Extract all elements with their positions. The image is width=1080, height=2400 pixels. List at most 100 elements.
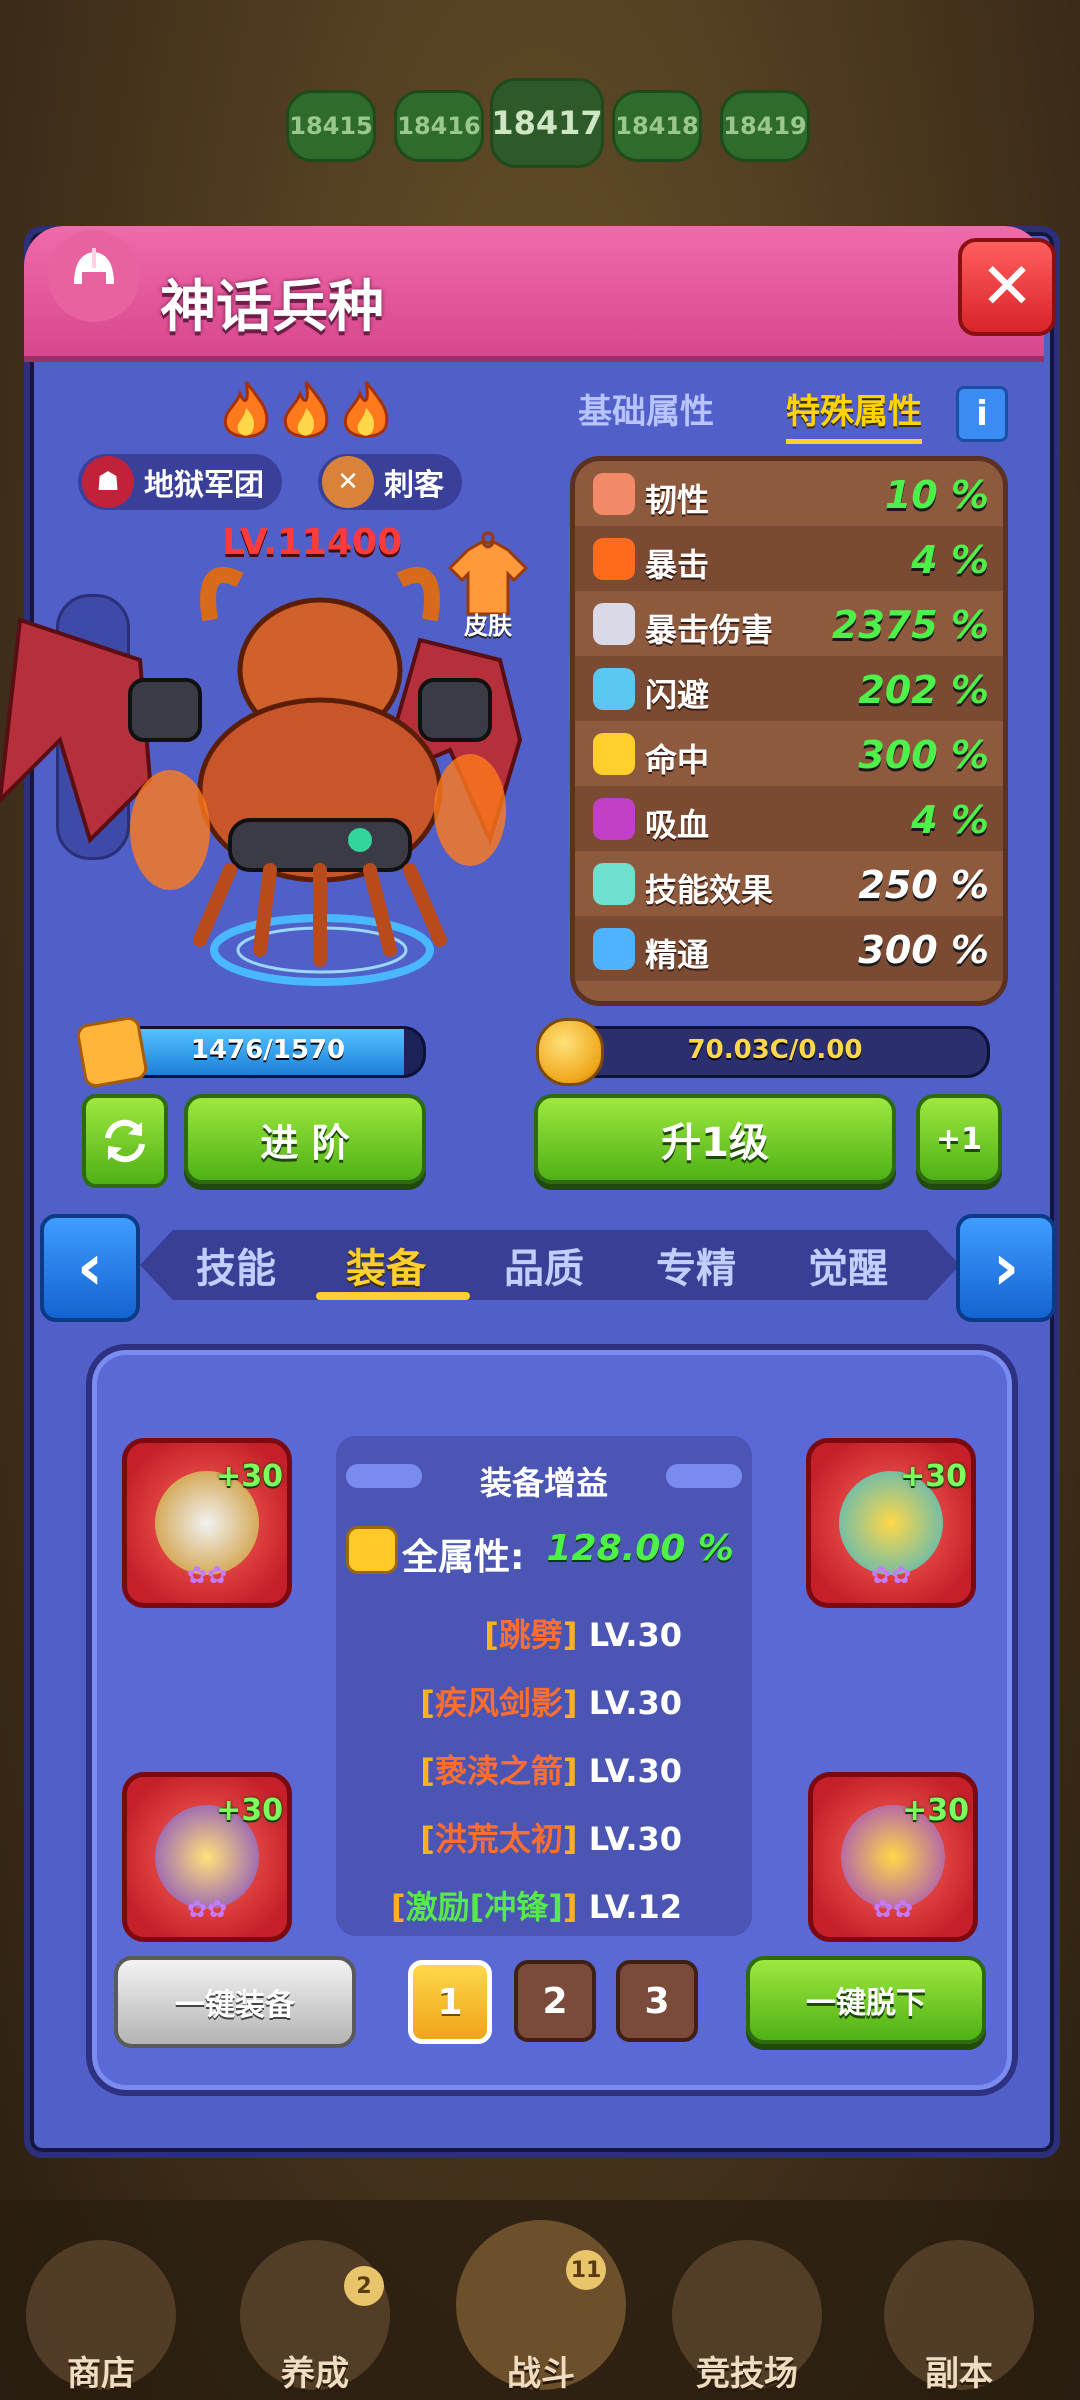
stat-value: 4 % xyxy=(911,798,989,842)
all-attributes-value: 128.00 % xyxy=(546,1528,734,1569)
lightning-icon xyxy=(593,733,635,775)
stat-row: 精通 300 % xyxy=(575,916,1003,981)
stat-name: 暴击伤害 xyxy=(645,611,774,649)
skill-level: LV.30 xyxy=(588,1684,682,1722)
crit-damage-icon xyxy=(593,603,635,645)
stat-value: 250 % xyxy=(858,863,989,907)
upgrade-button[interactable]: 升1级 xyxy=(534,1094,896,1184)
enhance-level: +30 xyxy=(902,1793,969,1828)
stat-name: 技能效果 xyxy=(645,871,774,909)
stat-row: 闪避 202 % xyxy=(575,656,1003,721)
level-node[interactable]: 18419 xyxy=(720,90,810,162)
tab-quality[interactable]: 品质 xyxy=(504,1236,584,1294)
equipment-slot-weapon[interactable]: +30 ✿✿ xyxy=(122,1772,292,1942)
advance-button[interactable]: 进 阶 xyxy=(184,1094,426,1184)
nav-dungeon-label: 副本 xyxy=(925,2354,993,2394)
close-button[interactable]: ✕ xyxy=(958,238,1056,336)
nav-arena-label: 竞技场 xyxy=(696,2354,798,2394)
shard-progress-text: 1476/1570 xyxy=(190,1035,346,1065)
fist-icon xyxy=(346,1526,398,1574)
level-node[interactable]: 18418 xyxy=(612,90,702,162)
crit-sword-icon xyxy=(593,538,635,580)
all-attributes-label: 全属性: xyxy=(402,1537,525,1578)
stat-row: 韧性 10 % xyxy=(575,461,1003,526)
tab-mastery[interactable]: 专精 xyxy=(656,1236,736,1294)
tab-basic-attributes[interactable]: 基础属性 xyxy=(578,384,714,433)
tab-skills[interactable]: 技能 xyxy=(196,1236,276,1294)
demon-hero-portrait xyxy=(0,567,523,986)
level-node-current[interactable]: 18417 xyxy=(490,78,604,168)
stat-row: 吸血 4 % xyxy=(575,786,1003,851)
flame-icon xyxy=(283,381,329,438)
skill-bonus-line: [洪荒太初] LV.30 xyxy=(420,1820,682,1858)
equip-all-button[interactable]: 一键装备 xyxy=(114,1956,356,2048)
dodge-wing-icon xyxy=(593,668,635,710)
star-rating: ✿✿ xyxy=(186,1895,228,1923)
gold-cost-bar: 70.03C/0.00 xyxy=(560,1026,990,1078)
chevron-left-icon: ‹ xyxy=(76,1231,104,1305)
buff-title: 装备增益 xyxy=(479,1464,608,1502)
close-x-icon: ✕ xyxy=(980,250,1034,324)
stat-name: 暴击 xyxy=(645,546,710,584)
chevron-right-icon: › xyxy=(992,1231,1020,1305)
faction-chip-hell[interactable]: ☗ 地狱军团 xyxy=(78,454,282,510)
spartan-helmet-icon xyxy=(48,230,140,322)
flame-icon xyxy=(343,381,389,438)
skill-level: LV.30 xyxy=(588,1752,682,1790)
skill-name: 亵渎之箭 xyxy=(434,1752,563,1790)
tab-special-attributes[interactable]: 特殊属性 xyxy=(786,384,922,444)
skill-bonus-line: [跳劈] LV.30 xyxy=(484,1616,682,1654)
loadout-page-1[interactable]: 1 xyxy=(408,1960,492,2044)
skill-bonus-line: [亵渎之箭] LV.30 xyxy=(420,1752,682,1790)
demon-faction-icon: ☗ xyxy=(82,456,134,508)
faction-chip-assassin[interactable]: ✕ 刺客 xyxy=(318,454,462,510)
stat-row: 暴击 4 % xyxy=(575,526,1003,591)
refresh-arrows-icon xyxy=(105,1119,145,1163)
mastery-swirl-icon xyxy=(593,928,635,970)
skill-level: LV.30 xyxy=(588,1820,682,1858)
puzzle-piece-icon xyxy=(74,1014,150,1090)
stat-value: 4 % xyxy=(911,538,989,582)
unequip-all-button[interactable]: 一键脱下 xyxy=(746,1956,986,2044)
loadout-page-3[interactable]: 3 xyxy=(616,1960,698,2042)
toughness-icon xyxy=(593,473,635,515)
stat-row: 命中 300 % xyxy=(575,721,1003,786)
swap-hero-button[interactable] xyxy=(82,1094,168,1188)
tab-awakening[interactable]: 觉醒 xyxy=(808,1236,888,1294)
stat-name: 精通 xyxy=(645,936,710,974)
star-rating: ✿✿ xyxy=(872,1895,914,1923)
info-button[interactable]: i xyxy=(956,386,1008,442)
equipment-slot-armor[interactable]: +30 ✿✿ xyxy=(806,1438,976,1608)
star-rating: ✿✿ xyxy=(186,1561,228,1589)
nav-develop-label: 养成 xyxy=(281,2354,349,2394)
stat-value: 202 % xyxy=(858,668,989,712)
next-hero-button[interactable]: › xyxy=(956,1214,1056,1322)
equipment-slot-accessory[interactable]: +30 ✿✿ xyxy=(808,1772,978,1942)
gold-coin-icon xyxy=(536,1018,604,1086)
notification-badge: 11 xyxy=(566,2250,606,2290)
skill-level: LV.30 xyxy=(588,1616,682,1654)
gold-cost-text: 70.03C/0.00 xyxy=(687,1035,863,1065)
enhance-level: +30 xyxy=(900,1459,967,1494)
skill-name: 疾风剑影 xyxy=(434,1684,563,1722)
shard-progress-bar: 1476/1570 xyxy=(110,1026,426,1078)
stat-name: 命中 xyxy=(645,741,710,779)
stat-row: 技能效果 250 % xyxy=(575,851,1003,916)
lifesteal-heart-icon xyxy=(593,798,635,840)
special-stats-table: 韧性 10 % 暴击 4 % 暴击伤害 2375 % 闪避 202 % 命中 3… xyxy=(570,456,1008,1006)
tab-equipment[interactable]: 装备 xyxy=(346,1236,426,1294)
prev-hero-button[interactable]: ‹ xyxy=(40,1214,140,1322)
stat-value: 10 % xyxy=(884,473,989,517)
level-node[interactable]: 18416 xyxy=(394,90,484,162)
plus-one-button[interactable]: +1 xyxy=(916,1094,1002,1184)
notification-badge: 2 xyxy=(344,2266,384,2306)
equipment-slot-helmet[interactable]: +30 ✿✿ xyxy=(122,1438,292,1608)
skill-effect-icon xyxy=(593,863,635,905)
level-node[interactable]: 18415 xyxy=(286,90,376,162)
equipment-bonus-box: 装备增益 全属性: 128.00 % [跳劈] LV.30 [疾风剑影] LV.… xyxy=(336,1436,752,1936)
crossed-blades-icon: ✕ xyxy=(322,456,374,508)
stat-name: 韧性 xyxy=(645,481,710,519)
stat-value: 300 % xyxy=(858,733,989,777)
enhance-level: +30 xyxy=(216,1793,283,1828)
loadout-page-2[interactable]: 2 xyxy=(514,1960,596,2042)
